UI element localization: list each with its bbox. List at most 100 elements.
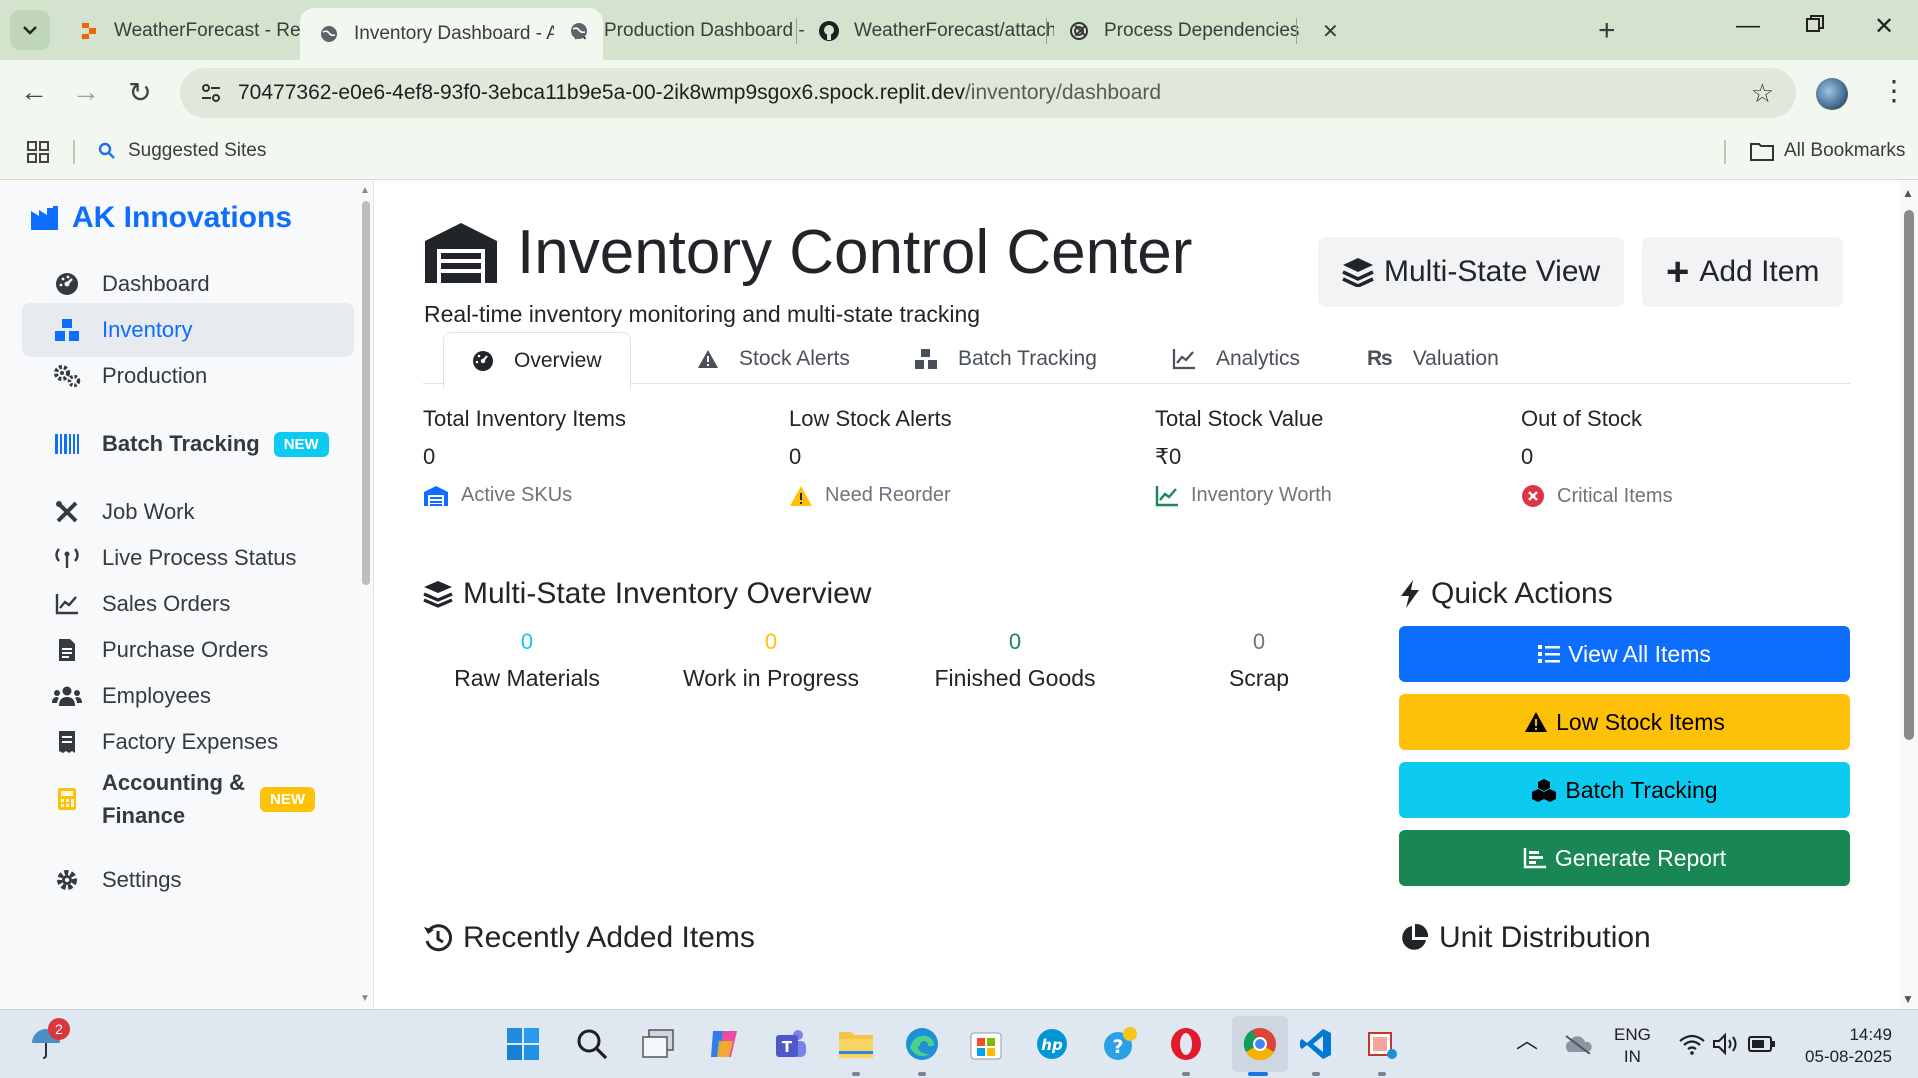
new-badge: NEW: [273, 431, 329, 457]
stat-footer: Critical Items: [1521, 484, 1861, 508]
address-bar[interactable]: 70477362-e0e6-4ef8-93f0-3ebca11b9e5a-00-…: [180, 68, 1796, 118]
view-all-items-button[interactable]: View All Items: [1399, 626, 1850, 682]
multi-state-view-button[interactable]: Multi-State View: [1318, 237, 1625, 307]
bookmark-suggested-sites[interactable]: Suggested Sites: [98, 140, 266, 162]
browser-tab-process-dependencies[interactable]: Process Dependencies O ✕: [1050, 8, 1353, 54]
boxes-icon: [52, 318, 82, 342]
folder-icon: [1750, 143, 1774, 161]
pie-chart-icon: [1399, 923, 1429, 953]
bookmark-star-icon[interactable]: ☆: [1751, 78, 1774, 109]
opera-icon: [1171, 1028, 1201, 1060]
search-icon: [98, 142, 115, 159]
tab-title: WeatherForecast - Replit: [114, 20, 314, 41]
tab-separator: [1296, 18, 1297, 44]
tab-batch-tracking[interactable]: Batch Tracking: [886, 332, 1125, 386]
low-stock-items-button[interactable]: Low Stock Items: [1399, 694, 1850, 750]
volume-icon[interactable]: [1706, 1024, 1746, 1064]
rupee-icon: ₨: [1367, 347, 1393, 370]
stat-value: 0: [423, 444, 436, 469]
tab-separator: [796, 18, 797, 44]
help-icon: ?: [1104, 1027, 1137, 1060]
copilot-icon: [711, 1031, 737, 1057]
state-count: 0: [764, 629, 778, 654]
stat-label: Out of Stock: [1521, 406, 1643, 431]
snipping-tool-button[interactable]: [1362, 1024, 1402, 1064]
teams-button[interactable]: T: [770, 1024, 810, 1064]
tab-search-button[interactable]: [10, 10, 50, 50]
recently-added-title: Recently Added Items: [423, 921, 755, 955]
new-tab-button[interactable]: +: [1598, 14, 1616, 48]
sidebar-item-label-line1: Accounting &: [102, 770, 245, 795]
sidebar-item-settings[interactable]: Settings: [22, 853, 354, 907]
sidebar-scrollbar[interactable]: [362, 201, 370, 585]
site-info-icon[interactable]: [198, 80, 224, 106]
url-host: 70477362-e0e6-4ef8-93f0-3ebca11b9e5a-00-…: [238, 81, 965, 104]
tab-stock-alerts[interactable]: Stock Alerts: [669, 332, 878, 386]
browser-menu-icon[interactable]: ⋮: [1880, 74, 1908, 107]
close-window-button[interactable]: ✕: [1874, 12, 1894, 41]
stat-card-total-items: Total Inventory Items 0 Active SKUs: [423, 406, 763, 507]
tab-valuation[interactable]: ₨ Valuation: [1339, 332, 1527, 386]
sidebar-item-label: Settings: [102, 867, 182, 892]
weather-widget[interactable]: 2: [26, 1018, 70, 1064]
generate-report-button[interactable]: Generate Report: [1399, 830, 1850, 886]
main-content: Inventory Control Center Real-time inven…: [375, 181, 1900, 1009]
hp-app-button[interactable]: hp: [1032, 1024, 1072, 1064]
scroll-up-arrow[interactable]: ▲: [360, 185, 370, 196]
vscode-button[interactable]: [1296, 1024, 1336, 1064]
battery-icon[interactable]: [1742, 1024, 1782, 1064]
clock[interactable]: 14:49 05-08-2025: [1796, 1024, 1892, 1068]
gear-icon: [52, 868, 82, 892]
back-button[interactable]: ←: [16, 76, 52, 108]
main-scrollbar-thumb[interactable]: [1904, 210, 1914, 740]
brand-logo[interactable]: AK Innovations: [30, 201, 292, 235]
forward-button[interactable]: →: [68, 76, 104, 108]
running-indicator: [918, 1072, 926, 1076]
scroll-up-arrow[interactable]: ▲: [1902, 186, 1914, 200]
sidebar-item-batch-tracking[interactable]: Batch Tracking NEW: [22, 417, 354, 471]
scroll-down-arrow[interactable]: ▼: [1902, 992, 1914, 1006]
reload-button[interactable]: ↻: [122, 76, 158, 109]
onedrive-icon[interactable]: [1558, 1024, 1598, 1064]
show-hidden-icons[interactable]: ︿: [1516, 1030, 1538, 1052]
start-button[interactable]: [503, 1024, 543, 1064]
state-label: Work in Progress: [683, 665, 859, 691]
scroll-down-arrow[interactable]: ▼: [360, 993, 370, 1004]
warning-icon: [789, 485, 813, 507]
sidebar-item-production[interactable]: Production: [22, 349, 354, 403]
file-explorer-button[interactable]: [836, 1024, 876, 1064]
get-help-button[interactable]: ?: [1100, 1024, 1140, 1064]
sidebar-item-accounting-finance[interactable]: Accounting & Finance NEW: [22, 761, 354, 837]
quick-actions-title: Quick Actions: [1399, 577, 1613, 611]
profile-avatar[interactable]: [1816, 78, 1848, 110]
warehouse-icon: [423, 485, 449, 507]
language-indicator[interactable]: ENG IN: [1614, 1024, 1651, 1068]
globe-icon: [568, 20, 590, 42]
apps-grid-icon[interactable]: [26, 140, 50, 164]
opera-button[interactable]: [1166, 1024, 1206, 1064]
store-button[interactable]: [966, 1024, 1006, 1064]
tab-overview[interactable]: Overview: [443, 332, 631, 389]
globe-icon: [318, 23, 340, 45]
running-indicator: [852, 1072, 860, 1076]
minimize-button[interactable]: —: [1736, 12, 1760, 40]
edge-button[interactable]: [902, 1024, 942, 1064]
task-view-button[interactable]: [638, 1024, 678, 1064]
copilot-button[interactable]: [704, 1024, 744, 1064]
sidebar: AK Innovations Dashboard Inventory Produ…: [0, 181, 374, 1009]
all-bookmarks-button[interactable]: All Bookmarks: [1750, 140, 1905, 162]
new-badge: NEW: [260, 786, 315, 812]
search-button[interactable]: [572, 1024, 612, 1064]
button-label: Batch Tracking: [1565, 776, 1718, 803]
url-text[interactable]: 70477362-e0e6-4ef8-93f0-3ebca11b9e5a-00-…: [238, 81, 1161, 105]
tools-icon: [52, 500, 82, 524]
hp-logo-icon: hp: [1037, 1029, 1067, 1059]
restore-button[interactable]: [1806, 12, 1824, 40]
button-label: Multi-State View: [1384, 255, 1601, 288]
tab-separator: [1046, 18, 1047, 44]
batch-tracking-button[interactable]: Batch Tracking: [1399, 762, 1850, 818]
chrome-button[interactable]: [1232, 1016, 1288, 1072]
close-icon[interactable]: ✕: [1322, 19, 1339, 44]
add-item-button[interactable]: + Add Item: [1642, 237, 1844, 307]
tab-analytics[interactable]: Analytics: [1144, 332, 1328, 386]
